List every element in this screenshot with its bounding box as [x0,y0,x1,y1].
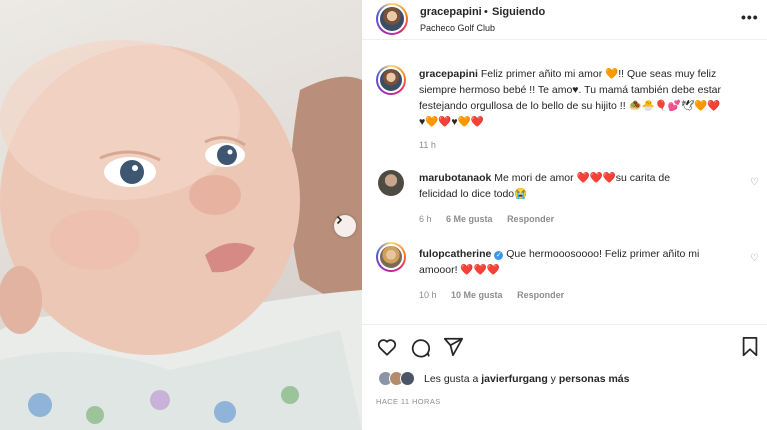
header-separator: • [484,6,488,18]
baby-photo-illustration [0,40,362,430]
post-header: gracepapini • Siguiendo Pacheco Golf Clu… [362,0,767,40]
comment-text: marubotanaok Me mori de amor ❤️❤️❤️su ca… [419,170,757,202]
author-avatar[interactable] [376,3,408,35]
likes-connector: y [550,373,556,385]
share-icon[interactable] [442,336,464,358]
comment-username[interactable]: fulopcatherine [419,248,491,260]
comment-reply-button[interactable]: Responder [517,290,564,300]
author-username[interactable]: gracepapini [420,6,482,18]
action-bar [362,330,767,364]
comment-line: felicidad lo dice todo😭 [419,188,528,200]
more-options-icon[interactable]: ••• [741,9,759,25]
comment-time[interactable]: 6 h [419,214,432,224]
likes-user[interactable]: javierfurgang [481,373,548,385]
caption-meta: 11 h [419,140,448,150]
chevron-right-icon [336,215,343,225]
comment-avatar[interactable] [376,242,406,272]
comment-avatar[interactable] [378,170,404,196]
post-photo[interactable] [0,0,362,430]
comment-line: Me mori de amor ❤️❤️❤️su carita de [494,172,671,184]
comment-line: amooor! ❤️❤️❤️ [419,264,500,276]
verified-badge-icon: ✓ [494,251,504,260]
caption-text: gracepapini Feliz primer añito mi amor 🧡… [419,66,757,130]
likes-prefix: Les gusta a [424,373,479,385]
likes-others[interactable]: personas más [559,373,630,385]
comment-likes[interactable]: 6 Me gusta [446,214,493,224]
caption-time[interactable]: 11 h [419,140,436,150]
comment-like-heart-icon[interactable]: ♡ [750,177,759,188]
caption-line: siempre hermoso bebé !! Te amo♥. Tu mamá… [419,84,721,96]
caption-username[interactable]: gracepapini [419,68,478,80]
likes-text: Les gusta a javierfurgang y personas más [424,373,629,385]
caption-avatar[interactable] [376,65,406,95]
post-location[interactable]: Pacheco Golf Club [420,23,495,33]
comment-reply-button[interactable]: Responder [507,214,554,224]
caption-line: ♥🧡❤️♥🧡❤️ [419,116,484,128]
carousel-next-button[interactable] [334,215,356,237]
comments-list[interactable]: gracepapini Feliz primer añito mi amor 🧡… [362,40,767,320]
comment-line: Que hermooosoooo! Feliz primer añito mi [506,248,700,260]
comment-username[interactable]: marubotanaok [419,172,491,184]
post-details-panel: gracepapini • Siguiendo Pacheco Golf Clu… [362,0,767,430]
comment-time[interactable]: 10 h [419,290,437,300]
section-divider [362,324,767,325]
comment-meta: 6 h 6 Me gusta Responder [419,214,566,224]
liker-avatar [400,371,415,386]
comment-likes[interactable]: 10 Me gusta [451,290,503,300]
bookmark-icon[interactable] [740,336,760,358]
follow-status[interactable]: Siguiendo [492,6,545,18]
caption-line: festejando orgullosa de lo bello de su h… [419,100,721,112]
comment-like-heart-icon[interactable]: ♡ [750,253,759,264]
post-timestamp[interactable]: HACE 11 HORAS [376,397,441,406]
comment-icon[interactable] [409,336,431,358]
likes-summary[interactable]: Les gusta a javierfurgang y personas más [362,368,767,388]
comment-text: fulopcatherine ✓ Que hermooosoooo! Feliz… [419,246,757,278]
heart-icon[interactable] [376,336,398,358]
caption-line: Feliz primer añito mi amor 🧡!! Que seas … [480,68,717,80]
comment-meta: 10 h 10 Me gusta Responder [419,290,576,300]
